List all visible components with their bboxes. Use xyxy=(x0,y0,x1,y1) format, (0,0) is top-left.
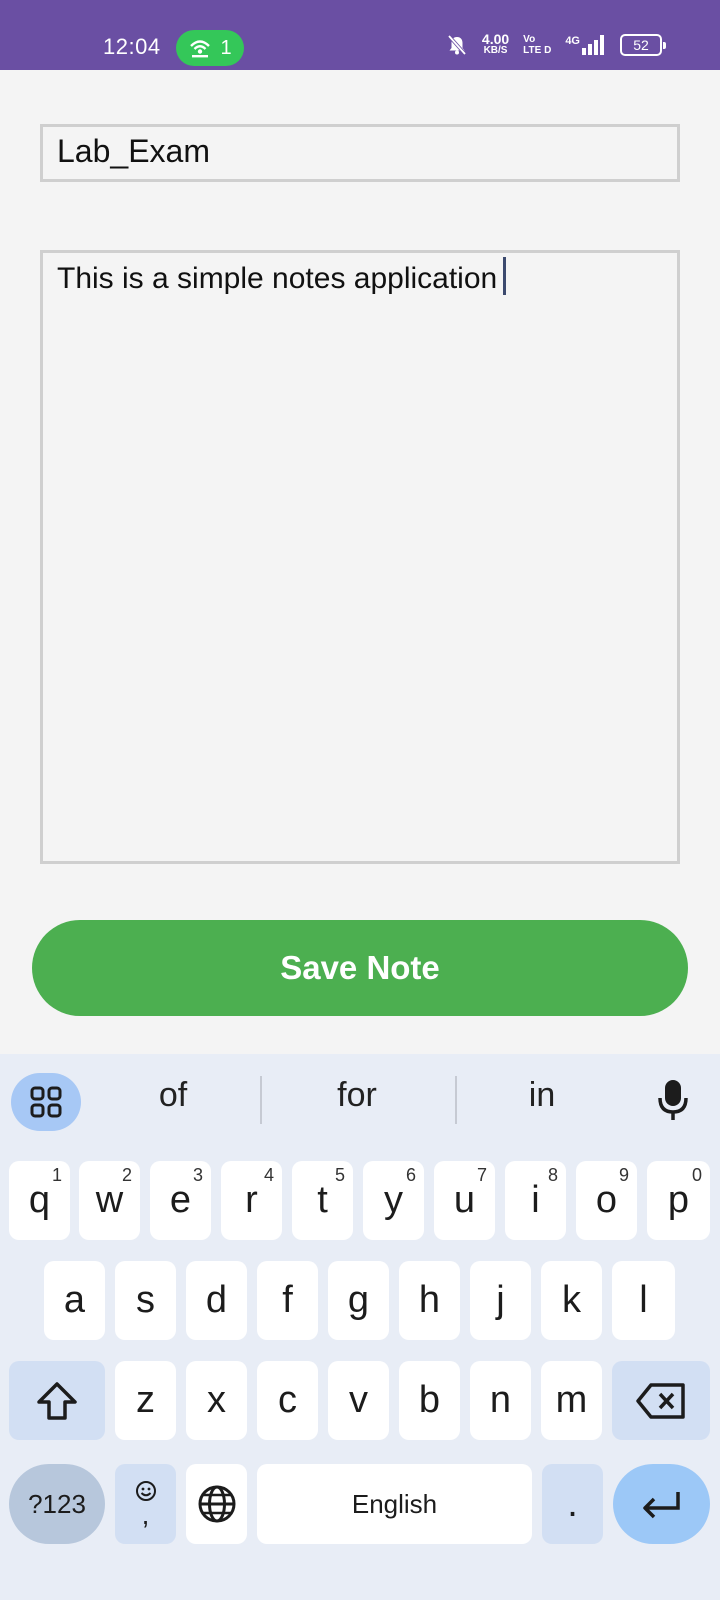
network-speed-unit: KB/S xyxy=(483,45,508,56)
key-label: p xyxy=(667,1179,690,1221)
signal-indicator: 4G xyxy=(565,35,606,55)
comma-label: , xyxy=(141,1499,150,1530)
emoji-comma-key[interactable]: , xyxy=(115,1464,176,1544)
key-u[interactable]: u7 xyxy=(434,1161,495,1240)
key-hint: 4 xyxy=(263,1165,274,1185)
key-hint: 0 xyxy=(691,1165,702,1185)
key-hint: 5 xyxy=(334,1165,345,1185)
keyboard-apps-button[interactable] xyxy=(11,1073,81,1131)
key-q[interactable]: q1 xyxy=(9,1161,70,1240)
hotspot-icon xyxy=(190,40,211,58)
microphone-icon[interactable] xyxy=(658,1078,688,1122)
language-key[interactable] xyxy=(186,1464,247,1544)
shift-key[interactable] xyxy=(9,1361,105,1440)
suggestion-3[interactable]: in xyxy=(472,1076,612,1115)
status-icons: 4.00 KB/S Vo LTE D 4G 52 xyxy=(446,31,666,57)
status-bar: 12:04 1 4.00 KB/S Vo LTE D 4G 52 xyxy=(0,0,720,70)
key-d[interactable]: d xyxy=(186,1261,247,1340)
text-cursor xyxy=(503,257,507,295)
key-hint: 1 xyxy=(51,1165,62,1185)
suggestion-strip: of for in xyxy=(0,1054,720,1150)
signal-bars-icon xyxy=(582,35,604,55)
key-e[interactable]: e3 xyxy=(150,1161,211,1240)
key-label: o xyxy=(595,1179,618,1221)
volte-top: Vo xyxy=(523,34,536,45)
volte-bottom: LTE D xyxy=(523,45,552,56)
mute-bell-icon xyxy=(447,34,467,56)
key-c[interactable]: c xyxy=(257,1361,318,1440)
key-t[interactable]: t5 xyxy=(292,1161,353,1240)
hotspot-count: 1 xyxy=(220,36,232,59)
backspace-icon xyxy=(636,1382,685,1419)
key-hint: 7 xyxy=(476,1165,487,1185)
symbols-key[interactable]: ?123 xyxy=(9,1464,105,1544)
suggestion-1[interactable]: of xyxy=(103,1076,243,1115)
key-hint: 8 xyxy=(547,1165,558,1185)
backspace-key[interactable] xyxy=(612,1361,710,1440)
key-g[interactable]: g xyxy=(328,1261,389,1340)
key-y[interactable]: y6 xyxy=(363,1161,424,1240)
on-screen-keyboard: of for in q1 w2 e3 r4 t5 y6 u7 i8 o9 p0 … xyxy=(0,1054,720,1600)
enter-key[interactable] xyxy=(613,1464,710,1544)
key-f[interactable]: f xyxy=(257,1261,318,1340)
key-x[interactable]: x xyxy=(186,1361,247,1440)
space-key[interactable]: English xyxy=(257,1464,532,1544)
key-label: i xyxy=(531,1179,540,1221)
key-w[interactable]: w2 xyxy=(79,1161,140,1240)
network-speed-value: 4.00 xyxy=(481,31,510,47)
key-label: u xyxy=(453,1179,476,1221)
key-m[interactable]: m xyxy=(541,1361,602,1440)
note-content-text: This is a simple notes application xyxy=(57,261,498,295)
key-z[interactable]: z xyxy=(115,1361,176,1440)
volte-indicator: Vo LTE D xyxy=(523,34,551,56)
key-hint: 9 xyxy=(618,1165,629,1185)
shift-icon xyxy=(37,1381,77,1420)
battery-level: 52 xyxy=(633,37,649,53)
suggestion-divider xyxy=(455,1076,457,1124)
globe-icon xyxy=(198,1485,235,1523)
key-label: t xyxy=(317,1179,328,1221)
note-content-input[interactable]: This is a simple notes application xyxy=(40,250,680,864)
key-l[interactable]: l xyxy=(612,1261,675,1340)
key-label: e xyxy=(169,1179,192,1221)
enter-icon xyxy=(642,1492,680,1519)
key-v[interactable]: v xyxy=(328,1361,389,1440)
key-k[interactable]: k xyxy=(541,1261,602,1340)
grid-icon xyxy=(30,1086,62,1118)
key-i[interactable]: i8 xyxy=(505,1161,566,1240)
key-r[interactable]: r4 xyxy=(221,1161,282,1240)
save-note-button[interactable]: Save Note xyxy=(32,920,688,1016)
key-a[interactable]: a xyxy=(44,1261,105,1340)
period-key[interactable]: . xyxy=(542,1464,603,1544)
key-label: q xyxy=(28,1179,51,1221)
network-speed: 4.00 KB/S xyxy=(481,31,510,57)
key-label: r xyxy=(245,1179,258,1221)
suggestion-divider xyxy=(260,1076,262,1124)
key-b[interactable]: b xyxy=(399,1361,460,1440)
key-hint: 6 xyxy=(405,1165,416,1185)
key-p[interactable]: p0 xyxy=(647,1161,710,1240)
battery-icon: 52 xyxy=(620,34,666,56)
key-n[interactable]: n xyxy=(470,1361,531,1440)
key-o[interactable]: o9 xyxy=(576,1161,637,1240)
key-hint: 3 xyxy=(192,1165,203,1185)
suggestion-2[interactable]: for xyxy=(287,1076,427,1115)
status-time: 12:04 xyxy=(103,34,161,59)
key-j[interactable]: j xyxy=(470,1261,531,1340)
network-type: 4G xyxy=(565,35,580,47)
key-s[interactable]: s xyxy=(115,1261,176,1340)
key-label: y xyxy=(384,1179,403,1221)
key-hint: 2 xyxy=(121,1165,132,1185)
key-h[interactable]: h xyxy=(399,1261,460,1340)
key-label: w xyxy=(95,1179,124,1221)
hotspot-indicator[interactable]: 1 xyxy=(176,30,244,66)
note-title-input[interactable]: Lab_Exam xyxy=(40,124,680,182)
